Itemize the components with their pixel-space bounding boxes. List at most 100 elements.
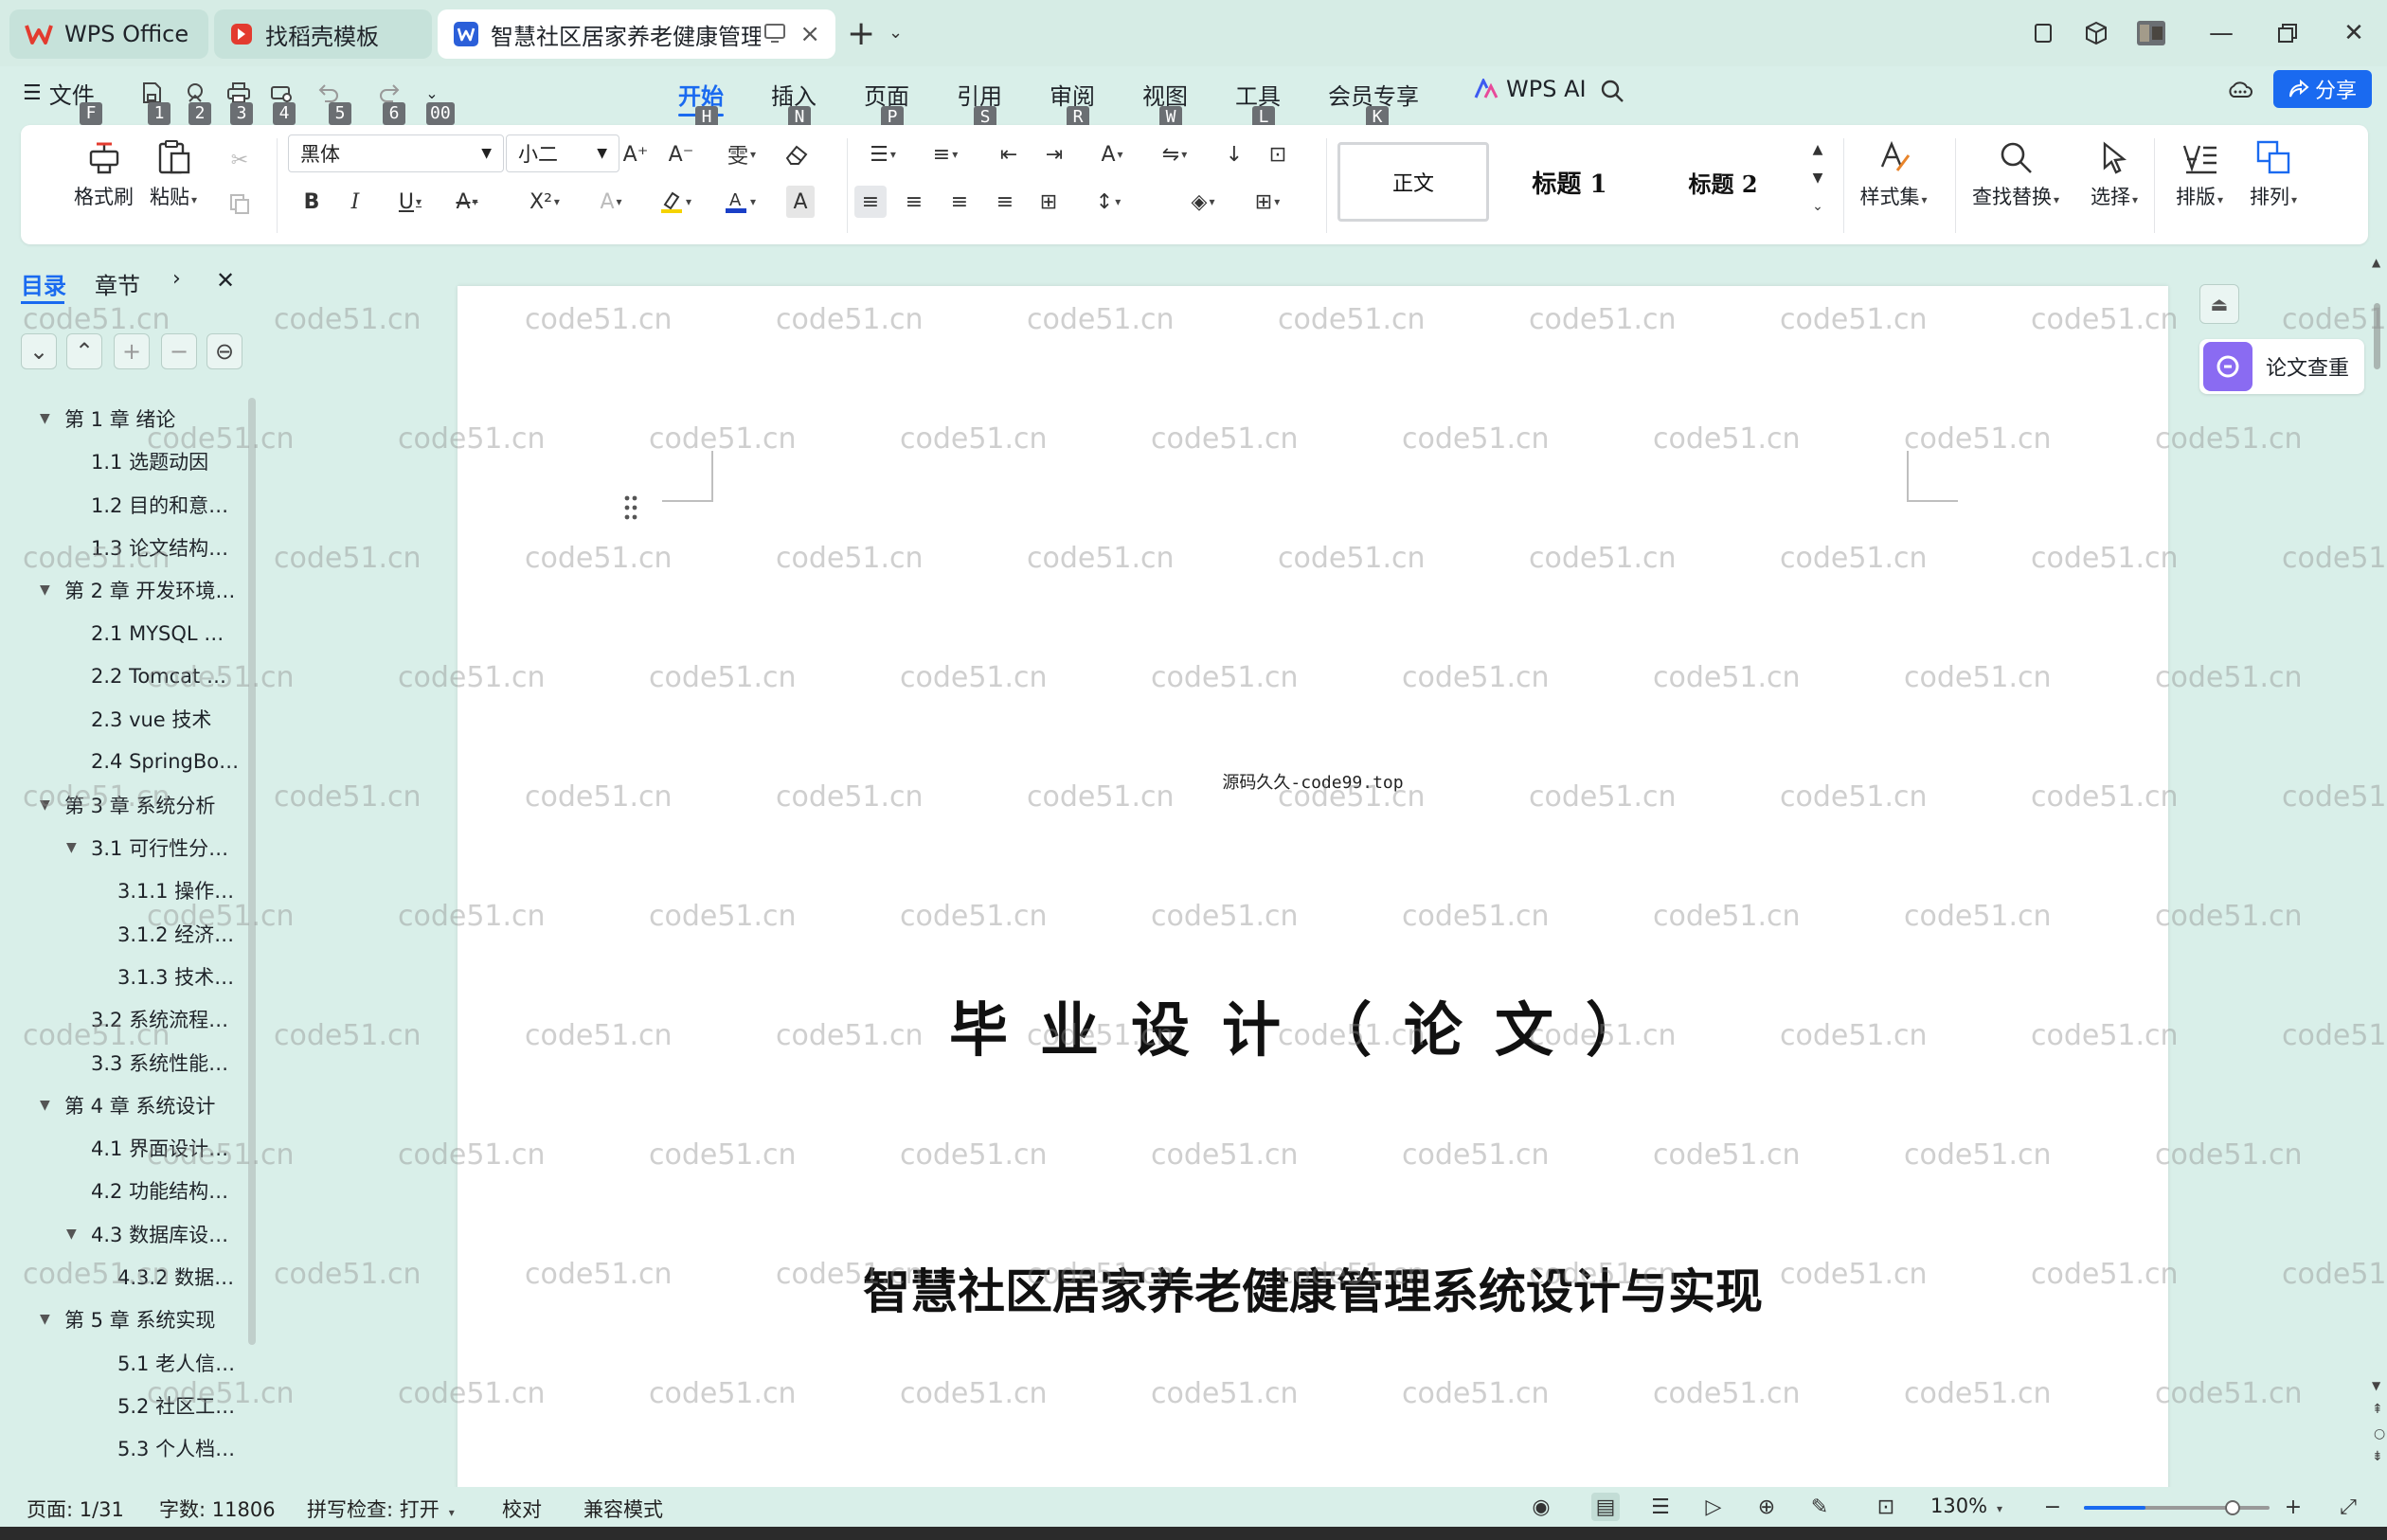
find-replace-button[interactable]: 查找替换 ▾ (1959, 138, 2073, 210)
tab-wps-office[interactable]: WPS Office (9, 9, 208, 59)
tab-close-icon[interactable]: × (799, 22, 820, 46)
bold-icon[interactable]: B (296, 186, 328, 218)
align-right-icon[interactable]: ≡ (943, 186, 976, 218)
prev-page-icon[interactable]: ⇞ (2372, 1402, 2383, 1417)
window-layout-icon[interactable] (2027, 17, 2059, 49)
zoom-level[interactable]: 130% ▾ (1930, 1495, 2002, 1517)
tab-toc[interactable]: 目录 (21, 267, 66, 300)
toc-item[interactable]: 2.1 MYSQL … (91, 615, 244, 653)
numbered-list-icon[interactable]: ≡ ▾ (921, 138, 970, 170)
document-page[interactable]: 源码久久-code99.top 毕业设计（论文） 智慧社区居家养老健康管理系统设… (458, 286, 2168, 1517)
toc-item[interactable]: 3.2 系统流程… (91, 1000, 244, 1038)
convert-icon[interactable]: ⇋ ▾ (1150, 138, 1199, 170)
toc-item[interactable]: 4.2 功能结构… (91, 1172, 244, 1209)
toc-item[interactable]: 第 4 章 系统设计 (64, 1086, 244, 1124)
collapse-up-icon[interactable]: ⌃ (66, 333, 102, 369)
scroll-down-icon[interactable]: ▼ (2372, 1379, 2380, 1392)
shading-icon[interactable]: ◈ ▾ (1178, 186, 1228, 218)
toc-item[interactable]: 4.1 界面设计… (91, 1129, 244, 1167)
tab-sections[interactable]: 章节 (95, 267, 140, 300)
toc-item[interactable]: 1.1 选题动因 (91, 442, 244, 480)
avatar[interactable] (2135, 17, 2167, 49)
underline-icon[interactable]: U ▾ (386, 186, 434, 218)
toc-item[interactable]: 4.3.2 数据… (117, 1258, 244, 1296)
char-shading-icon[interactable]: A (786, 186, 815, 218)
font-size-select[interactable]: 小二 ▼ (506, 134, 619, 172)
border-icon[interactable]: ⊞ ▾ (1243, 186, 1292, 218)
web-view-icon[interactable]: ⊕ (1752, 1493, 1781, 1521)
page-view-icon[interactable]: ▤ (1591, 1493, 1620, 1521)
select-button[interactable]: 选择 ▾ (2074, 138, 2154, 210)
new-tab-icon[interactable]: + (847, 15, 875, 53)
toc-item[interactable]: 5.3 个人档… (117, 1429, 244, 1467)
vertical-scrollbar[interactable]: ▲ ▼ ⇞ ○ ⇟ (2368, 256, 2387, 1487)
eye-icon[interactable]: ◉ (1527, 1493, 1555, 1521)
zoom-out-icon[interactable]: − (2038, 1493, 2067, 1521)
style-set-button[interactable]: 样式集 ▾ (1841, 138, 1946, 210)
more-options-icon[interactable]: ⊖ (206, 333, 242, 369)
scroll-thumb[interactable] (2374, 303, 2380, 369)
cloud-icon[interactable] (2224, 74, 2254, 104)
tab-document[interactable]: 智慧社区居家养老健康管理系统设计与实现 × (438, 9, 835, 59)
plagiarism-check-button[interactable]: 论文查重 (2199, 339, 2364, 394)
toc-item[interactable]: 3.1.3 技术… (117, 958, 244, 995)
restore-icon[interactable] (2271, 17, 2304, 49)
monitor-icon[interactable] (763, 23, 786, 44)
fit-page-icon[interactable]: ⊡ (1872, 1493, 1900, 1521)
text-effect-icon[interactable]: A ▾ (587, 186, 635, 218)
style-heading-1[interactable]: 标题 1 (1499, 142, 1641, 222)
shrink-font-icon[interactable]: A⁻ (665, 138, 697, 170)
next-page-icon[interactable]: ⇟ (2372, 1449, 2383, 1464)
toc-item[interactable]: 第 2 章 开发环境… (64, 571, 244, 609)
spell-check-status[interactable]: 拼写检查: 打开 ▾ (307, 1495, 455, 1523)
share-button[interactable]: 分享 (2273, 70, 2372, 108)
toc-item[interactable]: 2.3 vue 技术 (91, 700, 244, 738)
styles-down-icon[interactable]: ▼ (1802, 167, 1834, 189)
toc-item[interactable]: 3.1 可行性分… (91, 829, 244, 867)
expand-down-icon[interactable]: ⌄ (21, 333, 57, 369)
styles-expand-icon[interactable]: ⌄ (1802, 195, 1834, 218)
add-heading-icon[interactable]: + (114, 333, 150, 369)
toc-item[interactable]: 3.3 系统性能… (91, 1044, 244, 1082)
font-name-select[interactable]: 黑体 ▼ (288, 134, 504, 172)
outline-view-icon[interactable]: ☰ (1646, 1493, 1675, 1521)
remove-heading-icon[interactable]: − (161, 333, 197, 369)
decrease-indent-icon[interactable]: ⇤ (993, 138, 1025, 170)
sort-icon[interactable]: ↓ (1218, 138, 1250, 170)
fullscreen-icon[interactable]: ⤢ (2334, 1493, 2362, 1521)
italic-icon[interactable]: I (339, 186, 371, 218)
minimize-icon[interactable]: — (2205, 17, 2237, 49)
chevron-right-icon[interactable]: › (172, 267, 181, 291)
format-painter-button[interactable]: 格式刷 (74, 138, 134, 210)
bullet-list-icon[interactable]: ☰ ▾ (858, 138, 907, 170)
toc-item[interactable]: 1.2 目的和意… (91, 486, 244, 524)
scroll-up-icon[interactable]: ▲ (2372, 256, 2380, 269)
align-left-icon[interactable]: ≡ (854, 186, 887, 218)
grow-font-icon[interactable]: A⁺ (619, 138, 652, 170)
strikethrough-icon[interactable]: A ▾ (443, 186, 491, 218)
tab-docer-templates[interactable]: 找稻壳模板 (214, 9, 432, 59)
arrange-button[interactable]: 排列 ▾ (2237, 138, 2309, 210)
expand-caret-icon[interactable]: ▼ (40, 582, 50, 598)
toc-item[interactable]: 5.2 社区工… (117, 1387, 244, 1424)
distribute-icon[interactable]: ⊞ (1032, 186, 1065, 218)
copy-icon[interactable] (224, 188, 256, 220)
cube-icon[interactable] (2080, 17, 2112, 49)
styles-up-icon[interactable]: ▲ (1802, 138, 1834, 161)
superscript-icon[interactable]: X² ▾ (521, 186, 568, 218)
pen-icon[interactable]: ✎ (1805, 1493, 1834, 1521)
page-indicator[interactable]: 页面: 1/31 (27, 1495, 124, 1523)
browse-object-icon[interactable]: ○ (2374, 1426, 2385, 1442)
expand-caret-icon[interactable]: ▼ (40, 797, 50, 813)
toc-item[interactable]: 第 5 章 系统实现 (64, 1300, 244, 1338)
nav-scrollbar[interactable] (248, 398, 256, 1345)
side-panel-collapse-icon[interactable]: ⏏ (2199, 284, 2239, 324)
clear-format-icon[interactable] (781, 138, 813, 170)
zoom-in-icon[interactable]: + (2279, 1493, 2307, 1521)
toc-item[interactable]: 4.3 数据库设… (91, 1215, 244, 1253)
font-color-icon[interactable]: A ▾ (716, 186, 763, 218)
paste-button[interactable]: 粘贴 ▾ (150, 138, 197, 210)
toc-item[interactable]: 第 1 章 绪论 (64, 400, 244, 438)
toc-item[interactable]: 2.4 SpringBo… (91, 743, 244, 780)
wps-ai-button[interactable]: WPS AI (1474, 76, 1587, 102)
